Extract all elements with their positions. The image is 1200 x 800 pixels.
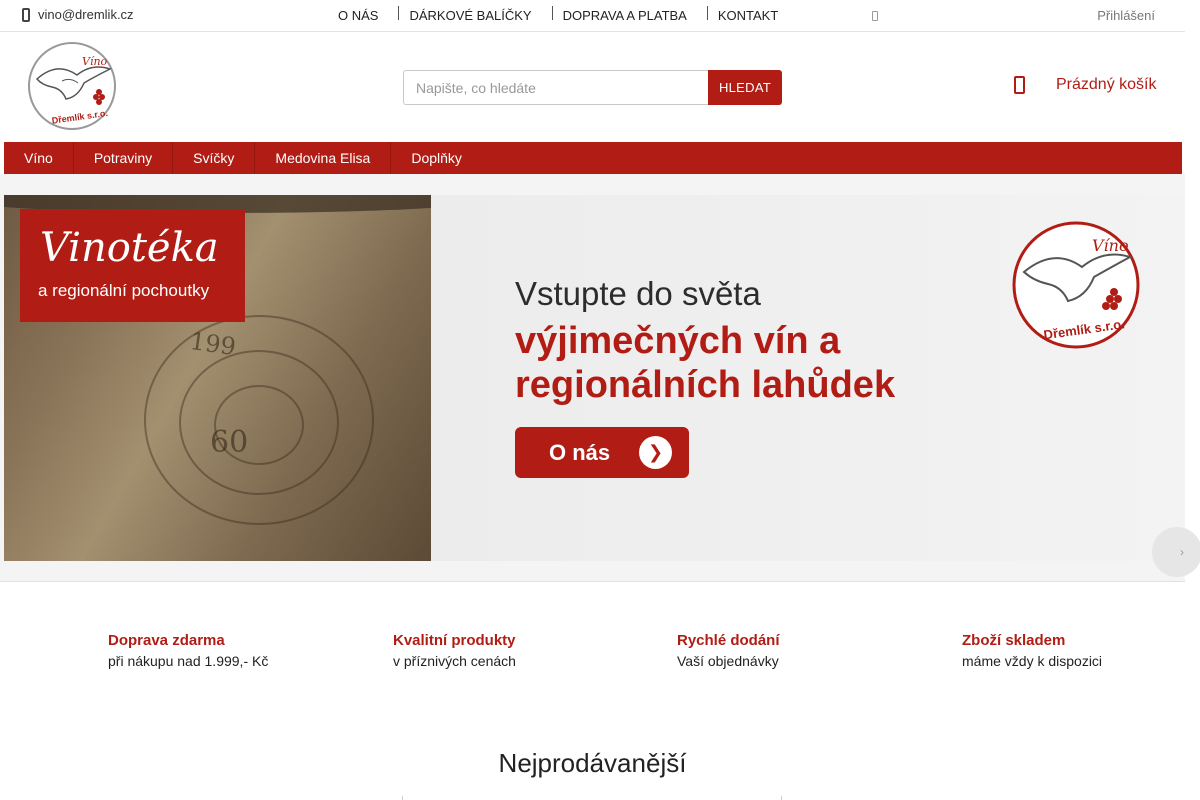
banner-logo-top-text: Víno: [1092, 236, 1129, 255]
benefit-desc: máme vždy k dispozici: [962, 653, 1103, 669]
login-link[interactable]: Přihlášení: [1097, 8, 1155, 23]
hero-banner[interactable]: 199 60 Vinotéka a regionální pochoutky V…: [4, 195, 1184, 561]
banner-text-panel: Vstupte do světa výjimečných vín a regio…: [431, 195, 1184, 561]
search-input[interactable]: [403, 70, 708, 105]
top-bar: vino@dremlik.cz O NÁS DÁRKOVÉ BALÍČKY DO…: [0, 0, 1185, 32]
contact-email[interactable]: vino@dremlik.cz: [22, 7, 134, 22]
about-us-button[interactable]: O nás ❯: [515, 427, 689, 478]
arrow-right-icon[interactable]: ❯: [639, 436, 672, 469]
benefit-title: Doprava zdarma: [108, 632, 225, 649]
eagle-logo[interactable]: Víno Dřemlík s.r.o.: [22, 41, 122, 131]
benefit-fast-delivery: Rychlé dodání Vaší objednávky: [677, 632, 780, 669]
section-title-bestsellers: Nejprodávanější: [498, 748, 687, 778]
lock-icon[interactable]: [872, 11, 878, 21]
cart-icon[interactable]: [1014, 76, 1025, 94]
vinoteka-badge: Vinotéka a regionální pochoutky: [20, 209, 245, 322]
barrel-image: 199 60 Vinotéka a regionální pochoutky: [4, 195, 431, 561]
search-bar: HLEDAT: [403, 70, 782, 105]
logo-top-text: Víno: [82, 55, 108, 68]
benefit-title: Kvalitní produkty: [393, 632, 516, 649]
about-us-label[interactable]: O nás: [549, 440, 610, 466]
benefit-desc: Vaší objednávky: [677, 653, 779, 669]
category-accessories[interactable]: Doplňky: [391, 142, 482, 174]
benefit-title: Rychlé dodání: [677, 632, 780, 649]
cart-label[interactable]: Prázdný košík: [1056, 76, 1156, 94]
hero-section: 199 60 Vinotéka a regionální pochoutky V…: [0, 174, 1200, 582]
benefit-in-stock: Zboží skladem máme vždy k dispozici: [962, 632, 1102, 669]
category-mead[interactable]: Medovina Elisa: [255, 142, 392, 174]
product-divider: [402, 796, 403, 800]
email-text[interactable]: vino@dremlik.cz: [38, 7, 134, 22]
category-nav: Víno Potraviny Svíčky Medovina Elisa Dop…: [4, 142, 1182, 174]
top-nav-shipping-payment[interactable]: DOPRAVA A PLATBA: [553, 8, 707, 23]
category-candles[interactable]: Svíčky: [173, 142, 256, 174]
banner-headline-2: výjimečných vín a regionálních lahůdek: [515, 320, 896, 406]
top-nav-gift-packages[interactable]: DÁRKOVÉ BALÍČKY: [399, 8, 551, 23]
product-divider: [781, 796, 782, 800]
benefit-free-shipping: Doprava zdarma při nákupu nad 1.999,- Kč: [108, 632, 268, 669]
cart[interactable]: Prázdný košík: [1014, 76, 1156, 94]
slider-next-icon[interactable]: ›: [1152, 527, 1200, 577]
benefit-title: Zboží skladem: [962, 632, 1066, 649]
benefit-desc: v příznivých cenách: [393, 653, 516, 669]
category-food[interactable]: Potraviny: [74, 142, 174, 174]
category-wine[interactable]: Víno: [4, 142, 74, 174]
badge-subtitle: a regionální pochoutky: [38, 281, 210, 300]
top-nav: O NÁS DÁRKOVÉ BALÍČKY DOPRAVA A PLATBA K…: [328, 0, 798, 31]
barrel-number: 60: [210, 425, 249, 460]
top-nav-about[interactable]: O NÁS: [328, 8, 398, 23]
banner-headline-1: Vstupte do světa: [515, 275, 761, 312]
top-nav-contact[interactable]: KONTAKT: [708, 8, 798, 23]
header: Víno Dřemlík s.r.o. HLEDAT Prázdný košík: [0, 32, 1185, 142]
benefit-desc: při nákupu nad 1.999,- Kč: [108, 653, 269, 669]
search-button[interactable]: HLEDAT: [708, 70, 782, 105]
phone-icon: [22, 7, 30, 22]
benefit-quality: Kvalitní produkty v příznivých cenách: [393, 632, 516, 669]
banner-eagle-logo: Víno Dřemlík s.r.o.: [1012, 221, 1140, 349]
badge-title: Vinotéka: [40, 225, 219, 271]
